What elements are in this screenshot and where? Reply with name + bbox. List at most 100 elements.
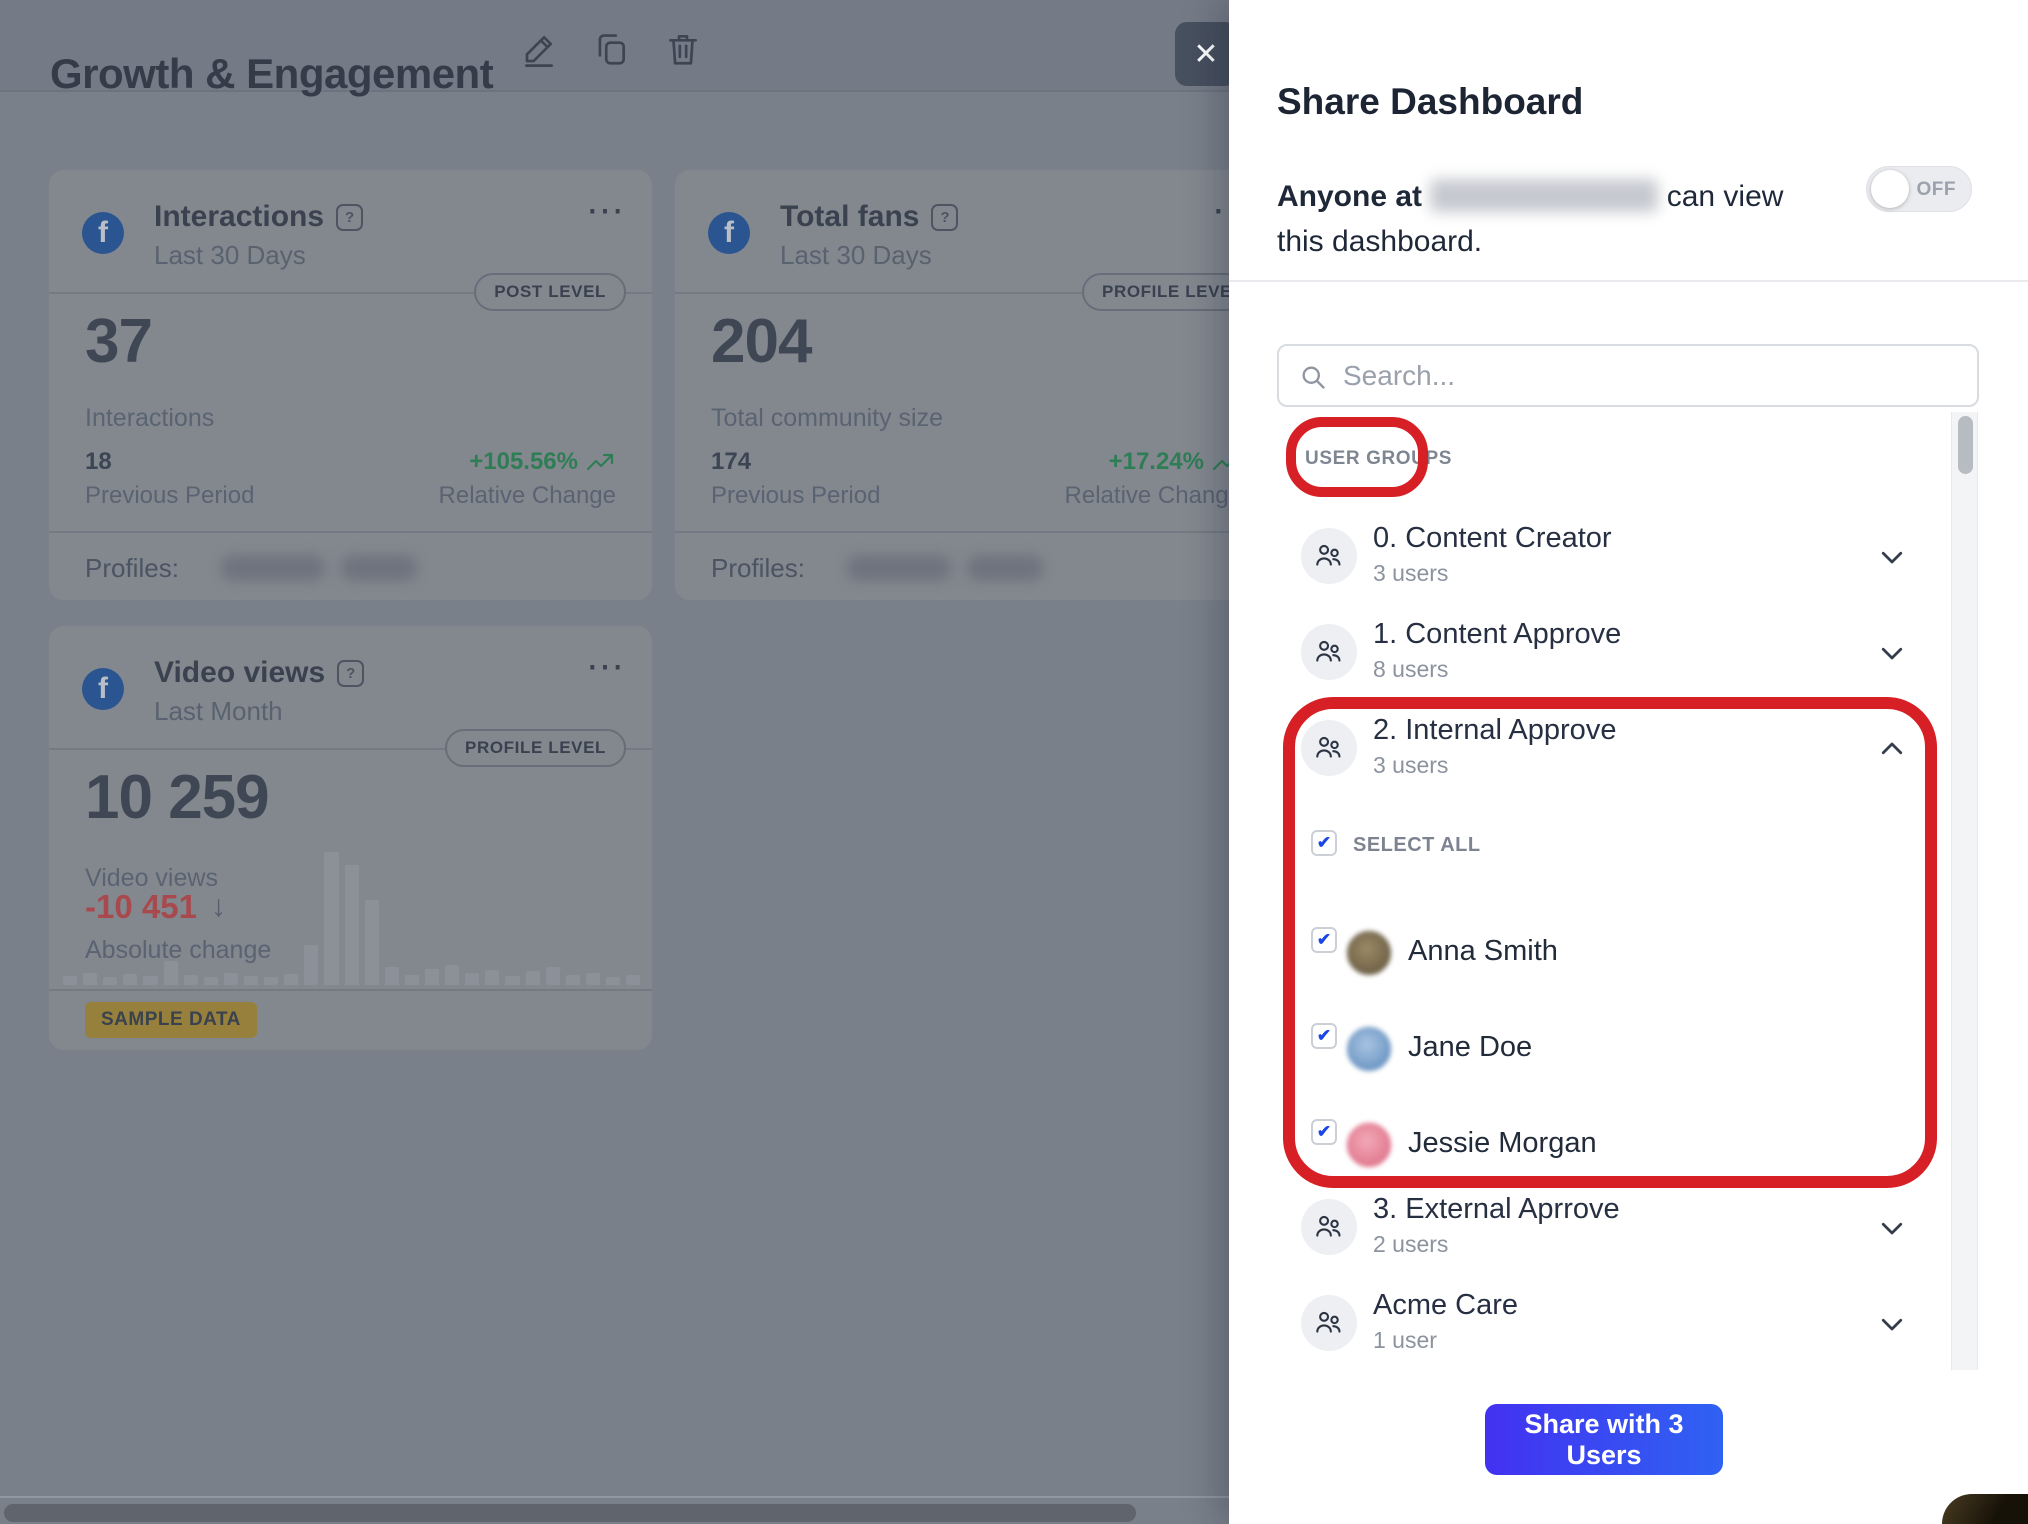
card-footer: Profiles: bbox=[675, 531, 1278, 601]
vertical-scrollbar-track bbox=[1951, 412, 1978, 1370]
chevron-down-icon[interactable] bbox=[1877, 1213, 1907, 1243]
avatar bbox=[1347, 1123, 1391, 1167]
select-all-row: SELECT ALL bbox=[1311, 843, 1811, 891]
sample-bar bbox=[606, 977, 620, 985]
group-row-acme-care[interactable]: Acme Care 1 user bbox=[1277, 1295, 1927, 1387]
group-user-count: 1 user bbox=[1373, 1327, 1437, 1354]
member-row-jane-doe: Jane Doe bbox=[1311, 1036, 1811, 1084]
group-row-external-approve[interactable]: 3. External Aprrove 2 users bbox=[1277, 1199, 1927, 1291]
previous-label: Previous Period bbox=[85, 482, 254, 510]
member-row-jessie-morgan: Jessie Morgan bbox=[1311, 1132, 1811, 1180]
user-group-icon bbox=[1301, 624, 1357, 680]
group-row-internal-approve[interactable]: 2. Internal Approve 3 users bbox=[1277, 720, 1927, 812]
user-group-icon bbox=[1301, 720, 1357, 776]
sample-bar bbox=[526, 971, 540, 985]
level-badge: POST LEVEL bbox=[474, 273, 626, 311]
group-user-count: 3 users bbox=[1373, 752, 1448, 779]
metric-label: Interactions bbox=[85, 404, 214, 433]
search-box bbox=[1277, 344, 1979, 407]
facebook-icon: f bbox=[82, 668, 124, 710]
sample-bar bbox=[264, 977, 278, 985]
chevron-down-icon[interactable] bbox=[1877, 1309, 1907, 1339]
user-group-icon bbox=[1301, 528, 1357, 584]
duplicate-icon bbox=[592, 30, 630, 68]
share-with-users-button[interactable]: Share with 3 Users bbox=[1485, 1404, 1723, 1475]
user-group-icon bbox=[1301, 1295, 1357, 1351]
divider bbox=[1229, 280, 2028, 282]
horizontal-scrollbar-track bbox=[0, 1496, 1229, 1524]
sample-bar bbox=[284, 974, 298, 985]
redacted-profile-name bbox=[847, 555, 951, 581]
change-label: Relative Change bbox=[439, 482, 616, 510]
close-icon: ✕ bbox=[1193, 37, 1218, 72]
card-title: Interactions ? bbox=[154, 200, 363, 234]
previous-label: Previous Period bbox=[711, 482, 880, 510]
metric-value: 204 bbox=[711, 306, 811, 377]
metric-card-interactions: f Interactions ? Last 30 Days ⋯ POST LEV… bbox=[48, 169, 653, 601]
change-label: Absolute change bbox=[85, 936, 271, 965]
sample-bar bbox=[184, 975, 198, 985]
share-toggle[interactable]: OFF bbox=[1866, 166, 1972, 212]
group-name: Acme Care bbox=[1373, 1289, 1518, 1322]
card-title: Video views ? bbox=[154, 656, 364, 690]
sample-bar bbox=[485, 970, 499, 985]
sample-bar bbox=[505, 976, 519, 985]
help-icon: ? bbox=[931, 204, 958, 231]
sample-bar bbox=[566, 975, 580, 985]
search-input[interactable] bbox=[1341, 348, 1961, 403]
group-row-content-approve[interactable]: 1. Content Approve 8 users bbox=[1277, 624, 1927, 716]
sample-bar bbox=[626, 975, 640, 985]
change-value: +105.56% bbox=[469, 448, 616, 476]
sample-data-badge: SAMPLE DATA bbox=[85, 1002, 257, 1038]
redacted-profile-name bbox=[967, 555, 1043, 581]
select-all-label: SELECT ALL bbox=[1353, 834, 1481, 857]
sample-bar bbox=[586, 973, 600, 985]
card-menu-icon: ⋯ bbox=[586, 644, 626, 689]
chevron-up-icon[interactable] bbox=[1877, 734, 1907, 764]
sample-bar bbox=[123, 974, 137, 985]
sample-bar bbox=[304, 945, 318, 985]
avatar bbox=[1347, 931, 1391, 975]
help-icon: ? bbox=[336, 204, 363, 231]
avatar bbox=[1347, 1027, 1391, 1071]
sample-bar bbox=[143, 976, 157, 985]
trash-icon bbox=[664, 30, 702, 68]
close-button[interactable]: ✕ bbox=[1175, 22, 1237, 86]
member-name: Anna Smith bbox=[1408, 935, 1558, 968]
card-footer: Profiles: bbox=[49, 531, 652, 601]
horizontal-scrollbar-thumb bbox=[4, 1504, 1136, 1522]
sample-bar bbox=[425, 969, 439, 985]
edit-icon bbox=[520, 30, 558, 68]
member-checkbox[interactable] bbox=[1311, 1119, 1337, 1145]
corner-artifact bbox=[1942, 1494, 2028, 1524]
facebook-icon: f bbox=[82, 212, 124, 254]
help-icon: ? bbox=[337, 660, 364, 687]
screen: Growth & Engagement f Interactions bbox=[0, 0, 2028, 1524]
previous-value: 174 bbox=[711, 448, 751, 476]
member-checkbox[interactable] bbox=[1311, 1023, 1337, 1049]
select-all-checkbox[interactable] bbox=[1311, 830, 1337, 856]
change-value: +17.24% bbox=[1109, 448, 1242, 476]
member-name: Jane Doe bbox=[1408, 1031, 1532, 1064]
sample-bar bbox=[405, 975, 419, 985]
chevron-down-icon[interactable] bbox=[1877, 542, 1907, 572]
sample-bar bbox=[224, 973, 238, 985]
toggle-knob bbox=[1871, 170, 1909, 208]
change-value: -10 451 ↓ bbox=[85, 888, 226, 926]
sample-bar bbox=[365, 900, 379, 985]
arrow-down-icon: ↓ bbox=[211, 890, 226, 924]
sample-bar bbox=[103, 977, 117, 985]
vertical-scrollbar-thumb[interactable] bbox=[1958, 416, 1973, 474]
profiles-label: Profiles: bbox=[85, 553, 179, 584]
sample-bar bbox=[83, 973, 97, 985]
trend-up-icon bbox=[586, 451, 616, 473]
member-checkbox[interactable] bbox=[1311, 927, 1337, 953]
chevron-down-icon[interactable] bbox=[1877, 638, 1907, 668]
group-name: 0. Content Creator bbox=[1373, 522, 1612, 555]
metric-label: Total community size bbox=[711, 404, 943, 433]
group-row-content-creator[interactable]: 0. Content Creator 3 users bbox=[1277, 528, 1927, 620]
panel-title: Share Dashboard bbox=[1277, 81, 1583, 123]
sample-bar bbox=[345, 865, 359, 985]
previous-value: 18 bbox=[85, 448, 112, 476]
group-user-count: 3 users bbox=[1373, 560, 1448, 587]
